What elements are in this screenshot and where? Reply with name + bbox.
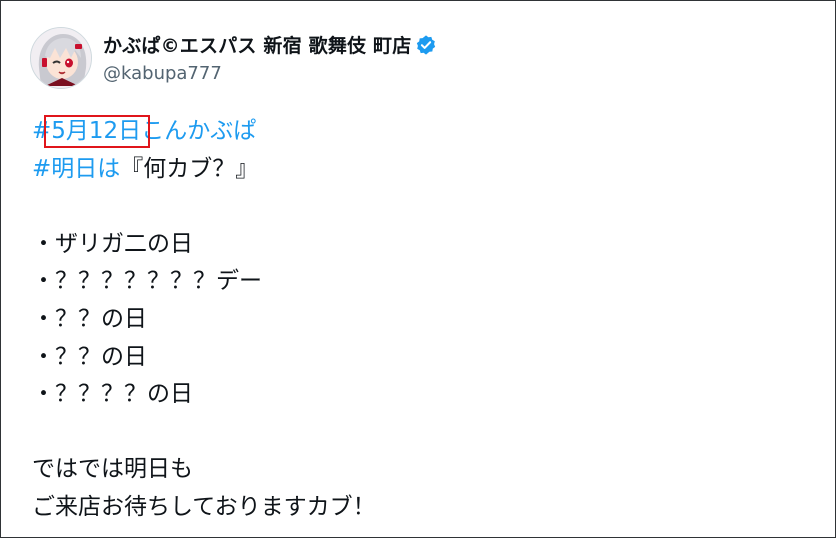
closing-line: ご来店お待ちしておりますカブ！ — [32, 493, 376, 520]
list-item: ・ザリガ二の日 — [32, 230, 193, 257]
post-line-1: #5月12日 こんかぶぱ — [32, 113, 376, 151]
closing-line: ではでは明日も — [32, 456, 193, 483]
post-card: かぶぱ©エスパス 新宿 歌舞伎 町店 @kabupa777 #5月12日 こんかぶ… — [0, 0, 836, 538]
hashtag-tomorrow[interactable]: #明日は — [32, 156, 120, 182]
list-item: ・？？の日 — [32, 343, 147, 370]
avatar-anime-character-icon — [31, 28, 91, 88]
hashtag-rest: こんかぶぱ — [141, 118, 257, 144]
hashtag-date[interactable]: #5月12日 こんかぶぱ — [32, 115, 257, 148]
post-body: #5月12日 こんかぶぱ #明日は『何カブ？』 ・ザリガ二の日 ・？？？？？？？デ… — [32, 113, 376, 527]
highlighted-date-text: 5月12日 — [51, 118, 142, 144]
highlighted-date: 5月12日 — [44, 113, 151, 151]
list-item: ・？？の日 — [32, 305, 147, 332]
post-line-2: #明日は『何カブ？』 — [32, 151, 376, 189]
author-name-text[interactable]: かぶぱ©エスパス 新宿 歌舞伎 町店 — [103, 35, 411, 57]
post-line-2-rest: 『何カブ？』 — [120, 155, 259, 182]
list-item: ・？？？？？？？デー — [32, 268, 262, 295]
avatar[interactable] — [30, 27, 92, 89]
verified-badge-icon — [417, 35, 436, 55]
list-item: ・？？？？の日 — [32, 381, 193, 408]
hashtag-hash: # — [32, 118, 52, 144]
author-handle[interactable]: @kabupa777 — [103, 63, 222, 84]
author-display-name[interactable]: かぶぱ©エスパス 新宿 歌舞伎 町店 — [103, 31, 437, 58]
